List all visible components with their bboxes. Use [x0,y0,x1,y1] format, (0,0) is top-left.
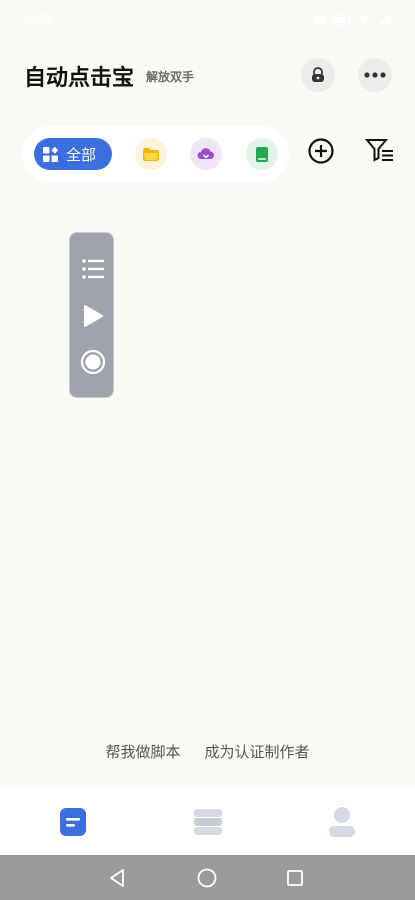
battery-icon [333,15,351,25]
grid-icon [43,146,59,162]
app-title: 自动点击宝 [24,66,135,91]
play-icon [83,305,103,327]
category-filter-bar: 全部 [22,126,289,182]
floating-list-button[interactable] [70,252,115,286]
filter-icon [364,139,393,162]
category-all-chip[interactable]: 全部 [34,138,112,170]
nav-home-tab[interactable] [56,805,90,839]
signal-icon [378,15,390,25]
system-recents-button[interactable] [283,866,307,890]
bottom-links: 帮我做脚本 成为认证制作者 [0,741,415,765]
stack-icon [194,809,222,835]
status-bar: 5:29 [0,0,415,40]
category-cloud-button[interactable] [190,138,222,170]
cloud-icon [197,148,214,159]
floating-play-button[interactable] [70,299,115,333]
category-all-label: 全部 [66,145,97,164]
book-icon [256,146,268,162]
more-button[interactable] [358,58,392,92]
category-folder-button[interactable] [135,138,167,170]
home-circle-icon [197,868,217,888]
nav-library-tab[interactable] [191,805,225,839]
lock-button[interactable] [301,58,335,92]
folder-icon [143,147,159,161]
nav-profile-tab[interactable] [325,805,359,839]
help-script-link[interactable]: 帮我做脚本 [105,741,180,765]
system-navigation-bar [0,855,415,900]
floating-record-button[interactable] [70,345,115,379]
lock-icon [312,67,324,82]
recents-square-icon [287,870,303,886]
list-icon [81,259,104,279]
back-triangle-icon [110,869,124,887]
floating-control-panel[interactable] [69,232,114,398]
add-icon [308,138,334,164]
app-header: 自动点击宝 解放双手 [0,56,415,96]
app-subtitle: 解放双手 [146,70,195,84]
category-book-button[interactable] [246,138,278,170]
filter-list-button[interactable] [364,137,395,165]
add-script-button[interactable] [307,137,335,165]
bottom-nav [0,787,415,855]
user-icon [329,807,355,837]
system-home-button[interactable] [195,866,219,890]
wifi-icon [358,15,370,25]
record-icon [80,349,105,375]
status-icons [313,14,391,26]
system-back-button[interactable] [106,866,130,890]
script-doc-icon [60,808,86,836]
status-time: 5:29 [24,12,54,28]
more-icon [364,72,386,78]
become-author-link[interactable]: 成为认证制作者 [205,741,310,765]
notification-icon [314,15,326,25]
